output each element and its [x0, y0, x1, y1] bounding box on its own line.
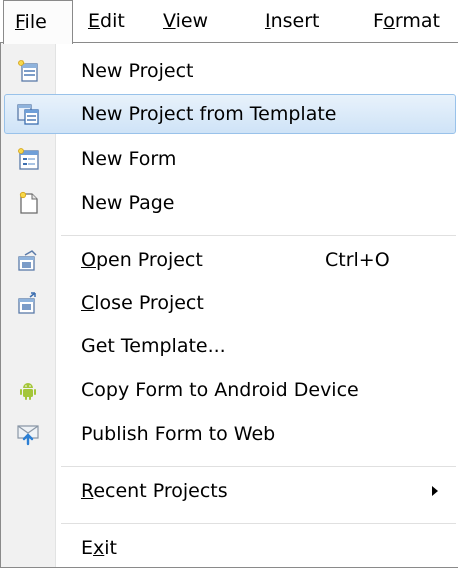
menu-bar: File Edit View Insert Format	[0, 0, 465, 44]
publish-web-icon	[17, 425, 39, 446]
menu-format-label: Format	[373, 10, 440, 32]
menu-item-label: New Page	[81, 192, 175, 214]
menu-view-label: View	[163, 10, 209, 32]
menu-separator	[61, 466, 456, 468]
close-project-icon	[18, 292, 36, 314]
menu-item-label: Copy Form to Android Device	[81, 379, 359, 401]
menu-item-label: New Project	[81, 60, 194, 82]
menu-edit-label: Edit	[88, 10, 125, 32]
menu-item-new-project[interactable]: New Project	[4, 51, 456, 91]
template-copy-icon	[17, 104, 39, 125]
file-menu-dropdown: New Project New Project from Template Ne…	[0, 42, 458, 568]
menu-item-new-page[interactable]: New Page	[4, 183, 456, 223]
menu-view[interactable]: View	[163, 0, 208, 43]
menu-item-label: New Project from Template	[81, 103, 337, 125]
open-project-shortcut: Ctrl+O	[325, 249, 390, 271]
menu-item-label: Exit	[81, 537, 117, 559]
menu-format[interactable]: Format	[373, 0, 440, 43]
access-key-letter: V	[163, 10, 176, 32]
submenu-arrow-icon	[432, 486, 438, 496]
menu-item-label: Recent Projects	[81, 480, 228, 502]
form-icon	[18, 148, 39, 170]
menu-item-label: Open Project	[81, 249, 203, 271]
menu-insert-label: Insert	[265, 10, 320, 32]
menu-separator	[61, 235, 456, 237]
menu-item-open-project[interactable]: Open Project Ctrl+O	[4, 240, 456, 280]
menu-item-new-project-from-template[interactable]: New Project from Template	[4, 94, 456, 134]
access-key-letter: E	[88, 10, 101, 32]
menu-item-exit[interactable]: Exit	[4, 528, 456, 568]
menu-item-copy-form-android[interactable]: Copy Form to Android Device	[4, 370, 456, 410]
menu-item-get-template[interactable]: Get Template...	[4, 326, 456, 366]
access-key-letter: o	[383, 10, 395, 32]
menu-item-close-project[interactable]: Close Project	[4, 283, 456, 323]
menu-file-label: File	[15, 11, 47, 33]
android-icon	[20, 383, 36, 400]
close-project-label-rest: lose Project	[94, 292, 204, 314]
open-project-icon	[18, 250, 37, 271]
access-key-letter: I	[265, 10, 271, 32]
menu-item-label: Get Template...	[81, 335, 226, 357]
menu-item-label: Publish Form to Web	[81, 423, 276, 445]
menu-insert[interactable]: Insert	[265, 0, 320, 43]
menu-item-publish-form-web[interactable]: Publish Form to Web	[4, 414, 456, 454]
menu-item-recent-projects[interactable]: Recent Projects	[4, 471, 456, 511]
menu-item-label: Close Project	[81, 292, 204, 314]
access-key-letter: F	[15, 11, 25, 33]
menu-separator	[61, 523, 456, 525]
menu-item-new-form[interactable]: New Form	[4, 139, 456, 179]
new-page-icon	[19, 191, 38, 214]
menu-file[interactable]: File	[3, 0, 73, 44]
new-project-icon	[18, 60, 38, 82]
menu-item-label: New Form	[81, 148, 177, 170]
recent-projects-label-rest: ecent Projects	[93, 480, 228, 502]
menu-edit[interactable]: Edit	[88, 0, 125, 43]
open-project-label-rest: pen Project	[95, 249, 203, 271]
